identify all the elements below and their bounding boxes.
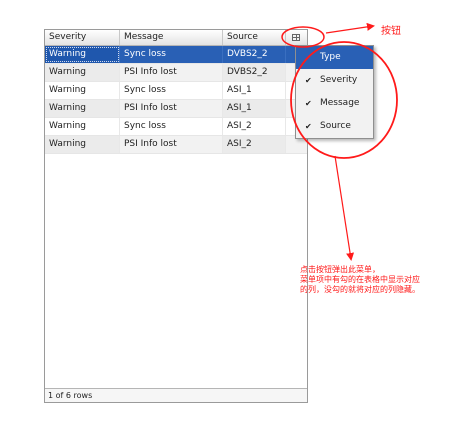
column-header-source[interactable]: Source	[223, 30, 286, 45]
table-row[interactable]: Warning PSI Info lost DVBS2_2	[45, 64, 307, 82]
grid-body: Warning Sync loss DVBS2_2 Warning PSI In…	[45, 46, 307, 154]
menu-item-message[interactable]: ✔ Message	[296, 92, 373, 115]
menu-item-label: Message	[320, 98, 360, 108]
column-header-severity[interactable]: Severity	[45, 30, 120, 45]
table-row[interactable]: Warning Sync loss DVBS2_2	[45, 46, 307, 64]
cell-message: PSI Info lost	[120, 100, 223, 117]
cell-message: Sync loss	[120, 118, 223, 135]
table-row[interactable]: Warning Sync loss ASI_2	[45, 118, 307, 136]
button-annotation-label: 按钮	[381, 26, 401, 37]
cell-severity: Warning	[45, 118, 120, 135]
check-icon: ✔	[305, 99, 312, 108]
column-header-message[interactable]: Message	[120, 30, 223, 45]
alarm-grid: Severity Message Source Warning Sync los…	[44, 29, 308, 403]
button-arrow	[325, 22, 375, 34]
row-count-status: 1 of 6 rows	[45, 388, 307, 402]
cell-source: ASI_2	[223, 118, 286, 135]
cell-source: DVBS2_2	[223, 46, 286, 63]
table-row[interactable]: Warning Sync loss ASI_1	[45, 82, 307, 100]
cell-source: ASI_1	[223, 82, 286, 99]
cell-message: Sync loss	[120, 46, 223, 63]
check-icon: ✔	[305, 76, 312, 85]
grid-header: Severity Message Source	[45, 30, 307, 46]
cell-severity: Warning	[45, 46, 120, 63]
column-picker-button[interactable]	[287, 31, 305, 44]
annotation-line: 的列，没勾的就将对应的列隐藏。	[300, 285, 420, 294]
annotation-line: 菜单项中有勾的在表格中显示对应	[300, 275, 420, 284]
cell-severity: Warning	[45, 136, 120, 153]
menu-item-label: Severity	[320, 75, 358, 85]
menu-annotation-text: 点击按钮弹出此菜单， 菜单项中有勾的在表格中显示对应 的列，没勾的就将对应的列隐…	[300, 265, 420, 295]
table-row[interactable]: Warning PSI Info lost ASI_2	[45, 136, 307, 154]
cell-severity: Warning	[45, 100, 120, 117]
menu-item-severity[interactable]: ✔ Severity	[296, 69, 373, 92]
menu-item-type[interactable]: Type	[296, 46, 373, 69]
cell-message: PSI Info lost	[120, 136, 223, 153]
cell-source: DVBS2_2	[223, 64, 286, 81]
annotation-line: 点击按钮弹出此菜单，	[300, 265, 380, 274]
cell-severity: Warning	[45, 82, 120, 99]
table-row[interactable]: Warning PSI Info lost ASI_1	[45, 100, 307, 118]
cell-message: PSI Info lost	[120, 64, 223, 81]
menu-arrow	[334, 155, 355, 261]
column-chooser-icon	[292, 34, 300, 41]
cell-source: ASI_1	[223, 100, 286, 117]
cell-source: ASI_2	[223, 136, 286, 153]
cell-message: Sync loss	[120, 82, 223, 99]
menu-item-label: Type	[320, 52, 341, 62]
cell-severity: Warning	[45, 64, 120, 81]
menu-item-source[interactable]: ✔ Source	[296, 115, 373, 138]
menu-item-label: Source	[320, 121, 351, 131]
check-icon: ✔	[305, 122, 312, 131]
column-visibility-menu: Type ✔ Severity ✔ Message ✔ Source	[295, 45, 374, 139]
